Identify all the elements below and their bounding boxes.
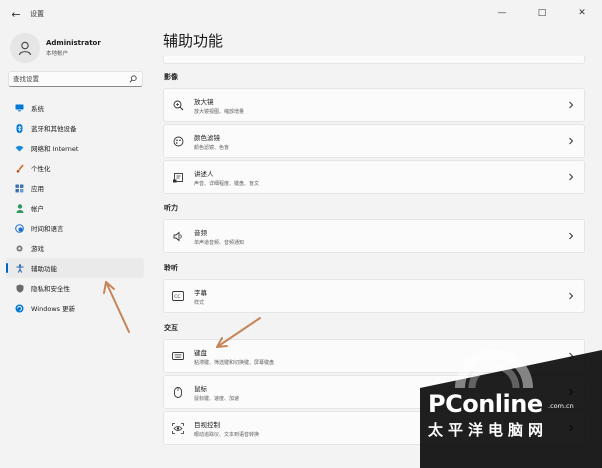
sidebar-item-label: 蓝牙和其他设备 [31,125,77,133]
profile-name: Administrator [46,39,101,47]
chevron-right-icon [569,232,574,240]
page-title: 辅助功能 [163,32,224,50]
card-title: 讲述人 [194,169,214,178]
section-title-interaction: 交互 [164,324,178,332]
avatar [10,33,40,63]
app-title: 设置 [30,10,44,18]
card-title: 音频 [194,228,207,237]
sidebar-item-network[interactable]: 网络和 Internet [6,138,144,158]
search-box[interactable] [8,71,143,87]
card-title: 键盘 [194,348,207,357]
color-filter-icon [172,135,184,147]
gamepad-icon [15,244,24,253]
card-narrator[interactable]: 讲述人 声音、详细程度、键盘、盲文 [163,160,585,194]
card-title: 字幕 [194,288,207,297]
captions-icon: CC [172,290,184,302]
sidebar-item-apps[interactable]: 应用 [6,178,144,198]
card-title: 放大镜 [194,97,214,106]
sidebar-item-bluetooth[interactable]: 蓝牙和其他设备 [6,118,144,138]
magnifier-icon [172,99,184,111]
sidebar-item-privacy[interactable]: 隐私和安全性 [6,278,144,298]
title-bar: ← 设置 — □ ✕ [0,0,602,28]
narrator-icon [172,171,184,183]
minimize-button[interactable]: — [482,0,522,26]
card-audio[interactable]: 音频 单声道音频、音频通知 [163,219,585,253]
sidebar-item-accounts[interactable]: 帐户 [6,198,144,218]
watermark-cn: 太平洋电脑网 [428,421,549,439]
card-subtitle: 放大镜视图、缩放增量 [194,108,245,115]
section-title-hearing: 听力 [164,204,178,212]
card-subtitle: 眼动追踪仪、文本到语音转换 [194,431,260,438]
sidebar-item-system[interactable]: 系统 [6,98,144,118]
card-subtitle: 单声道音频、音频通知 [194,239,245,246]
user-avatar-icon [18,41,32,56]
back-button[interactable]: ← [4,2,28,26]
sidebar-item-label: 隐私和安全性 [31,285,70,293]
chevron-right-icon [569,101,574,109]
section-title-vision: 影像 [164,73,178,81]
sidebar-item-label: 游戏 [31,245,44,253]
scrolled-card-edge [163,56,585,64]
maximize-button[interactable]: □ [522,0,562,26]
sidebar-item-windows-update[interactable]: Windows 更新 [6,298,144,318]
card-captions[interactable]: CC 字幕 样式 [163,279,585,313]
sidebar-item-label: 应用 [31,185,44,193]
wifi-icon [15,144,24,153]
sidebar: Administrator 本地帐户 系统 蓝牙和其他设备 网络和 [0,28,152,468]
keyboard-icon [172,350,184,362]
sidebar-item-label: 帐户 [31,205,44,213]
search-input[interactable] [13,75,123,83]
card-subtitle: 鼠标键、速度、加速 [194,395,240,402]
bluetooth-icon [15,123,24,133]
speaker-icon [172,230,184,242]
eye-control-icon [172,422,184,434]
search-icon [129,75,137,83]
sidebar-item-label: 网络和 Internet [31,145,79,153]
card-subtitle: 颜色滤镜、色盲 [194,144,230,151]
chevron-right-icon [569,173,574,181]
card-color-filters[interactable]: 颜色滤镜 颜色滤镜、色盲 [163,124,585,158]
sidebar-nav: 系统 蓝牙和其他设备 网络和 Internet 个性化 应用 帐户 时间和语言 … [6,98,144,318]
globe-clock-icon [15,223,24,233]
card-title: 目视控制 [194,420,220,429]
apps-icon [15,184,24,193]
svg-text:CC: CC [174,294,180,300]
sidebar-item-label: Windows 更新 [31,305,76,313]
person-icon [15,203,24,213]
mouse-icon [172,386,184,398]
sidebar-item-time-language[interactable]: 时间和语言 [6,218,144,238]
monitor-icon [15,104,24,113]
card-magnifier[interactable]: 放大镜 放大镜视图、缩放增量 [163,88,585,122]
card-subtitle: 样式 [194,299,205,306]
sidebar-item-label: 时间和语言 [31,225,64,233]
sidebar-item-personalization[interactable]: 个性化 [6,158,144,178]
brush-icon [15,164,24,173]
watermark: PConline .com.cn 太平洋电脑网 [420,350,602,468]
card-title: 颜色滤镜 [194,133,220,142]
update-icon [15,304,24,313]
watermark-brand: PConline [428,390,543,418]
back-arrow-icon: ← [11,7,21,21]
user-profile[interactable]: Administrator 本地帐户 [10,33,101,63]
profile-subtitle: 本地帐户 [46,51,69,57]
chevron-right-icon [569,292,574,300]
accessibility-icon [15,263,24,273]
shield-icon [15,284,24,293]
chevron-right-icon [569,137,574,145]
close-button[interactable]: ✕ [562,0,602,26]
card-subtitle: 粘滞键、筛选键和切换键、屏幕键盘 [194,359,275,366]
sidebar-item-label: 辅助功能 [31,265,57,273]
window-controls: — □ ✕ [482,0,602,26]
watermark-domain: .com.cn [548,402,574,410]
sidebar-item-gaming[interactable]: 游戏 [6,238,144,258]
sidebar-item-label: 系统 [31,105,44,113]
sidebar-item-label: 个性化 [31,165,51,173]
section-title-captions: 聆听 [164,264,178,272]
sidebar-item-accessibility[interactable]: 辅助功能 [6,258,144,278]
card-title: 鼠标 [194,384,207,393]
card-subtitle: 声音、详细程度、键盘、盲文 [194,180,260,187]
